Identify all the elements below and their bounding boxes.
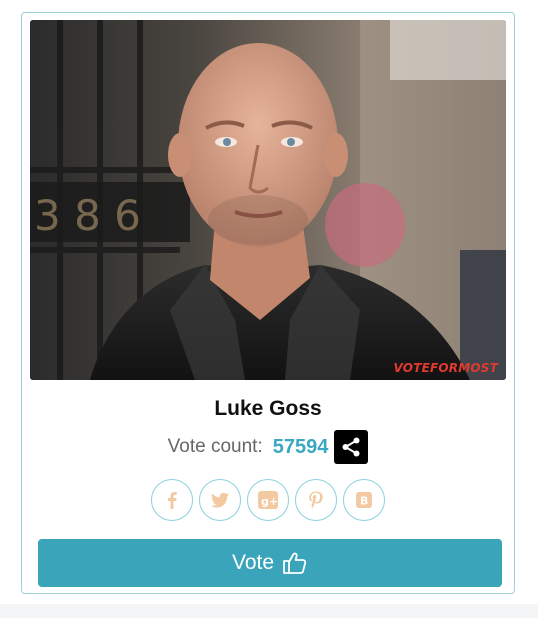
share-icon bbox=[342, 437, 360, 457]
svg-text:B: B bbox=[360, 495, 368, 508]
twitter-share-button[interactable] bbox=[199, 479, 241, 521]
candidate-card: 3 8 6 VOTEFORMOST Luke Goss Vote count: … bbox=[21, 12, 515, 594]
candidate-photo: 3 8 6 VOTEFORMOST bbox=[30, 20, 506, 380]
vote-button-label: Vote bbox=[231, 551, 275, 574]
vote-count-row: Vote count: 57594 bbox=[22, 430, 514, 464]
twitter-icon bbox=[211, 492, 229, 508]
vote-count-value: 57594 bbox=[272, 435, 329, 458]
blogger-icon: B bbox=[356, 492, 372, 508]
pinterest-share-button[interactable] bbox=[295, 479, 337, 521]
vote-button[interactable]: Vote bbox=[38, 539, 502, 587]
photo-watermark: VOTEFORMOST bbox=[393, 361, 498, 375]
thumbs-up-icon bbox=[282, 551, 308, 575]
candidate-name: Luke Goss bbox=[214, 397, 322, 420]
svg-text:3 8 6: 3 8 6 bbox=[34, 191, 141, 240]
facebook-icon bbox=[168, 492, 177, 509]
blogger-share-button[interactable]: B bbox=[343, 479, 385, 521]
facebook-share-button[interactable] bbox=[151, 479, 193, 521]
vote-count-label: Vote count: bbox=[167, 436, 263, 457]
page-bottom-strip bbox=[0, 604, 538, 618]
google-plus-icon: g+ bbox=[258, 491, 278, 509]
svg-text:g+: g+ bbox=[261, 495, 278, 508]
google-plus-share-button[interactable]: g+ bbox=[247, 479, 289, 521]
share-button[interactable] bbox=[334, 430, 369, 464]
social-share-row: g+ B bbox=[22, 479, 514, 525]
pinterest-icon bbox=[309, 491, 323, 509]
candidate-photo-illustration: 3 8 6 bbox=[30, 20, 506, 380]
